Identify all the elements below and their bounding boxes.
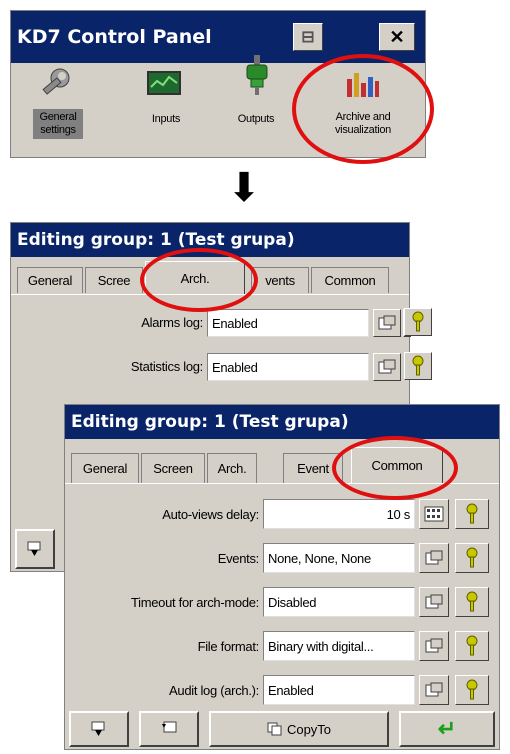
list-select-icon bbox=[378, 315, 396, 330]
item-general-settings[interactable]: General settings bbox=[19, 63, 95, 157]
file-format-label: File format: bbox=[197, 639, 260, 654]
keypad-icon bbox=[424, 506, 444, 522]
wrench-icon bbox=[42, 68, 70, 95]
events-label: Events: bbox=[217, 551, 260, 566]
alarms-log-key-button-full[interactable] bbox=[404, 308, 432, 336]
key-icon bbox=[466, 679, 478, 700]
key-icon bbox=[466, 591, 478, 612]
minimize-button[interactable]: ⊟ bbox=[293, 23, 323, 51]
item-inputs[interactable]: Inputs bbox=[131, 63, 201, 157]
key-icon bbox=[412, 311, 424, 332]
enter-icon: ↵ bbox=[437, 716, 457, 741]
events-field[interactable]: None, None, None bbox=[263, 543, 415, 573]
item-label-outputs: Outputs bbox=[237, 113, 275, 125]
close-icon: ✕ bbox=[389, 26, 405, 47]
key-icon bbox=[466, 547, 478, 568]
copy-to-button[interactable]: CopyTo bbox=[209, 711, 389, 747]
copy-to-label: CopyTo bbox=[286, 721, 332, 737]
audit-log-select-button[interactable] bbox=[419, 675, 449, 705]
timeout-arch-mode-select-button[interactable] bbox=[419, 587, 449, 617]
page-up-button[interactable] bbox=[139, 711, 199, 747]
audit-log-key-button[interactable] bbox=[455, 675, 489, 705]
dialog-arch-first-button[interactable] bbox=[15, 529, 55, 569]
highlight-circle-arch-tab bbox=[140, 248, 258, 312]
control-panel-title: KD7 Control Panel bbox=[17, 26, 212, 48]
item-outputs[interactable]: Outputs bbox=[221, 55, 291, 157]
list-select-icon bbox=[425, 594, 443, 609]
timeout-arch-mode-field[interactable]: Disabled bbox=[263, 587, 415, 617]
highlight-circle-archive bbox=[292, 54, 434, 164]
list-select-icon bbox=[425, 682, 443, 697]
timeout-arch-mode-key-button[interactable] bbox=[455, 587, 489, 617]
statistics-log-key-button[interactable] bbox=[404, 352, 432, 380]
highlight-circle-common-tab bbox=[332, 436, 458, 500]
list-select-icon bbox=[425, 550, 443, 565]
tab-arch[interactable]: Arch. bbox=[207, 453, 257, 483]
statistics-log-select-button[interactable] bbox=[373, 353, 401, 381]
page-down-button[interactable] bbox=[69, 711, 129, 747]
label-line: General bbox=[39, 111, 77, 123]
auto-views-delay-field[interactable]: 10 s bbox=[263, 499, 415, 529]
label-line: settings bbox=[40, 124, 76, 136]
timeout-arch-mode-label: Timeout for arch-mode: bbox=[130, 595, 259, 610]
monitor-icon bbox=[147, 71, 181, 95]
events-select-button[interactable] bbox=[419, 543, 449, 573]
list-select-icon bbox=[378, 359, 396, 374]
key-icon bbox=[466, 635, 478, 656]
tab-screen[interactable]: Scree bbox=[85, 267, 143, 293]
alarms-log-label: Alarms log: bbox=[141, 315, 203, 330]
item-label-general-settings: General settings bbox=[25, 111, 91, 137]
tab-general[interactable]: General bbox=[17, 267, 83, 293]
audit-log-field[interactable]: Enabled bbox=[263, 675, 415, 705]
bottom-toolbar: CopyTo ↵ bbox=[65, 709, 499, 749]
minimize-icon: ⊟ bbox=[301, 29, 315, 46]
plug-icon bbox=[246, 55, 268, 95]
page-up-icon bbox=[162, 721, 177, 733]
file-format-select-button[interactable] bbox=[419, 631, 449, 661]
page-down-icon bbox=[91, 721, 105, 736]
alarms-log-field[interactable]: Enabled bbox=[207, 309, 369, 337]
auto-views-delay-keypad-button[interactable] bbox=[419, 499, 449, 529]
close-button[interactable]: ✕ bbox=[379, 23, 415, 51]
auto-views-delay-value: 10 s bbox=[386, 506, 411, 522]
tab-common[interactable]: Common bbox=[311, 267, 389, 293]
key-icon bbox=[412, 355, 424, 376]
dialog-common-titlebar: Editing group: 1 (Test grupa) bbox=[65, 405, 499, 439]
tab-screen[interactable]: Screen bbox=[141, 453, 205, 483]
page-down-icon bbox=[27, 541, 41, 556]
statistics-log-label: Statistics log: bbox=[130, 359, 203, 374]
events-key-button[interactable] bbox=[455, 543, 489, 573]
item-label-inputs: Inputs bbox=[151, 113, 181, 125]
auto-views-delay-key-button[interactable] bbox=[455, 499, 489, 529]
dialog-arch-title: Editing group: 1 (Test grupa) bbox=[17, 230, 295, 250]
auto-views-delay-label: Auto-views delay: bbox=[162, 507, 259, 522]
file-format-key-button[interactable] bbox=[455, 631, 489, 661]
alarms-log-select-button[interactable] bbox=[373, 309, 401, 337]
key-icon bbox=[466, 503, 478, 524]
file-format-field[interactable]: Binary with digital... bbox=[263, 631, 415, 661]
dialog-common-title: Editing group: 1 (Test grupa) bbox=[71, 412, 349, 432]
enter-button[interactable]: ↵ bbox=[399, 711, 495, 747]
tab-events[interactable]: vents bbox=[251, 267, 309, 293]
down-arrow-icon: ⬇ bbox=[227, 166, 261, 210]
statistics-log-field[interactable]: Enabled bbox=[207, 353, 369, 381]
tab-general[interactable]: General bbox=[71, 453, 139, 483]
list-select-icon bbox=[425, 638, 443, 653]
audit-log-label: Audit log (arch.): bbox=[169, 683, 259, 698]
copy-icon bbox=[267, 722, 282, 736]
